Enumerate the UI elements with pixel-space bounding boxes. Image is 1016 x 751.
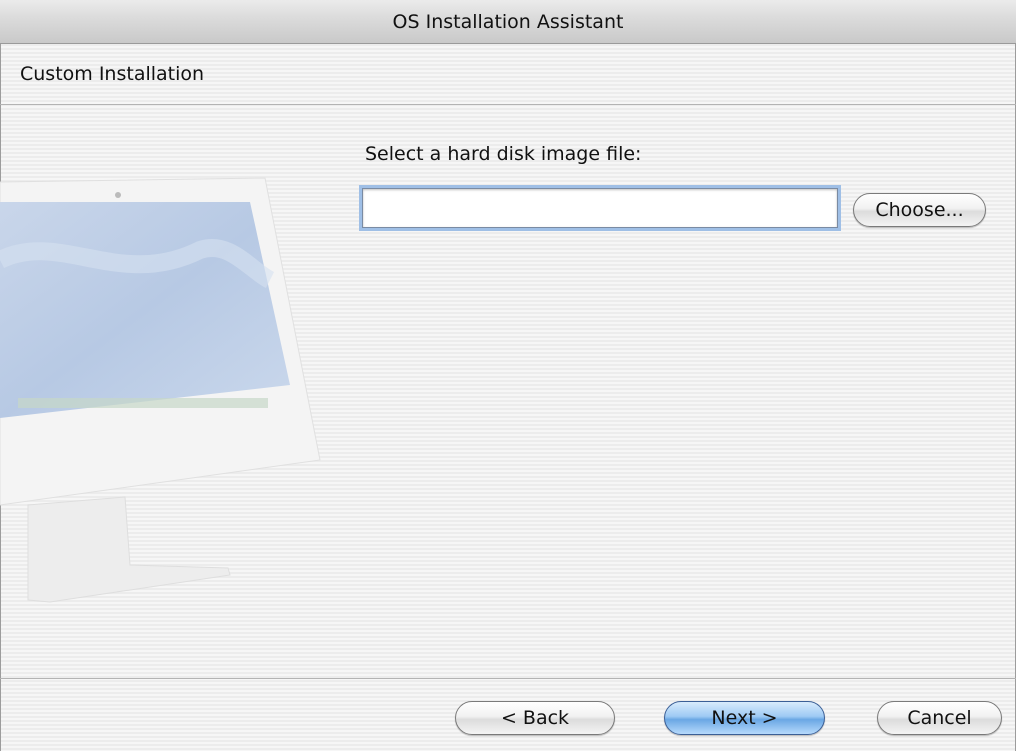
imac-illustration-icon: [0, 177, 321, 603]
footer-divider: [0, 678, 1016, 679]
window-title: OS Installation Assistant: [392, 11, 624, 33]
disk-image-path-input[interactable]: [362, 188, 838, 228]
window-titlebar[interactable]: OS Installation Assistant: [0, 0, 1016, 44]
next-button[interactable]: Next >: [664, 701, 825, 735]
back-button[interactable]: < Back: [455, 701, 615, 735]
cancel-button[interactable]: Cancel: [877, 701, 1002, 735]
step-title: Custom Installation: [20, 63, 205, 85]
choose-button[interactable]: Choose...: [853, 193, 986, 227]
step-header: Custom Installation: [0, 45, 1016, 105]
file-prompt-label: Select a hard disk image file:: [365, 143, 642, 165]
